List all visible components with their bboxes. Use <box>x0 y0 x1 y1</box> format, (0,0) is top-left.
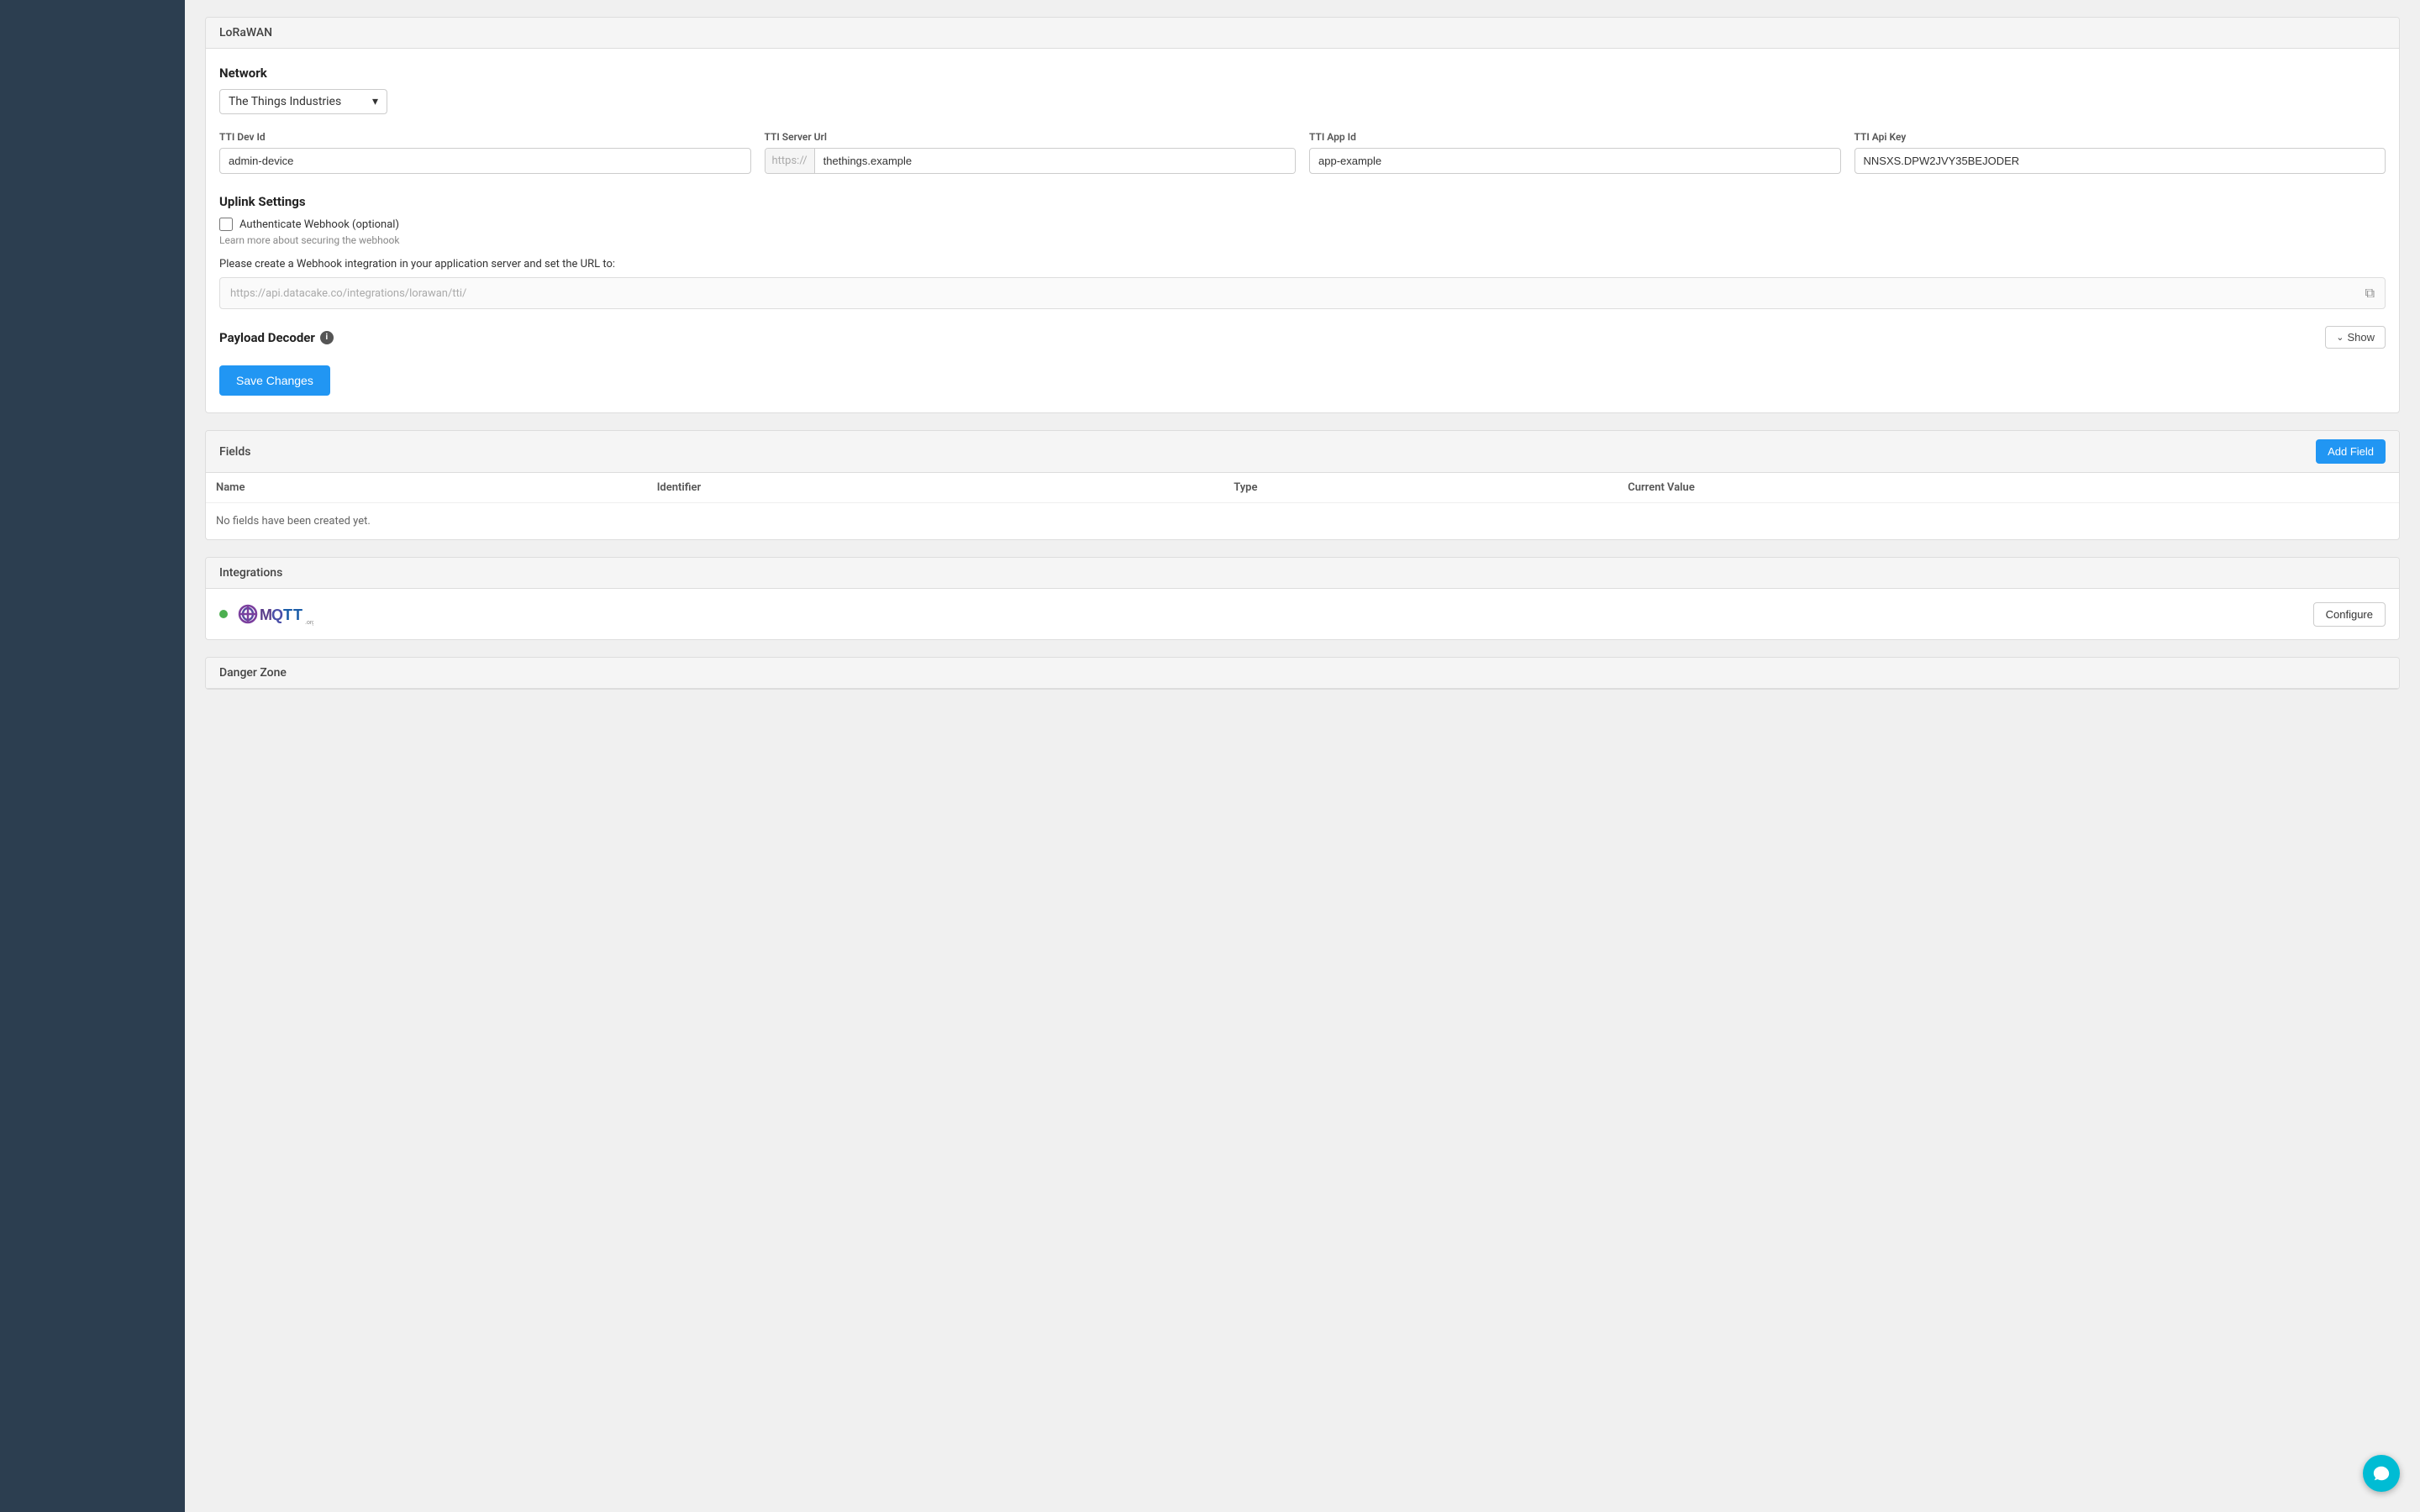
danger-zone-title: Danger Zone <box>219 666 287 680</box>
chat-icon <box>2372 1464 2391 1483</box>
webhook-checkbox-label: Authenticate Webhook (optional) <box>239 218 399 231</box>
tti-dev-id-field: TTI Dev Id <box>219 131 751 174</box>
network-dropdown[interactable]: The Things Industries ▾ <box>219 89 387 114</box>
webhook-checkbox-row: Authenticate Webhook (optional) <box>219 218 2386 231</box>
danger-zone-header: Danger Zone <box>206 658 2399 689</box>
authenticate-webhook-checkbox[interactable] <box>219 218 233 231</box>
svg-text:T: T <box>293 606 302 623</box>
server-url-wrap: https:// <box>765 148 1297 174</box>
svg-text:Q: Q <box>271 606 283 623</box>
lorawan-card-header: LoRaWAN <box>206 18 2399 49</box>
mqtt-integration-row: M Q T T .org Configure <box>206 589 2399 639</box>
integrations-card-header: Integrations <box>206 558 2399 589</box>
col-current-value: Current Value <box>1618 473 2399 503</box>
lorawan-title: LoRaWAN <box>219 26 272 39</box>
save-changes-button[interactable]: Save Changes <box>219 365 330 396</box>
fields-table-wrap: Name Identifier Type Current Value No fi… <box>206 473 2399 539</box>
mqtt-status-dot <box>219 610 228 618</box>
info-icon[interactable]: i <box>320 331 334 344</box>
tti-app-id-field: TTI App Id <box>1309 131 1841 174</box>
danger-zone-card: Danger Zone <box>205 657 2400 690</box>
mqtt-svg: M Q T T .org <box>238 601 313 627</box>
tti-server-url-input[interactable] <box>815 149 1295 173</box>
show-payload-button[interactable]: ⌄ Show <box>2325 326 2386 349</box>
network-label: Network <box>219 66 2386 81</box>
chevron-down-icon: ▾ <box>372 95 378 108</box>
col-identifier: Identifier <box>647 473 1224 503</box>
payload-decoder-label: Payload Decoder i <box>219 330 334 345</box>
tti-app-id-input[interactable] <box>1309 148 1841 174</box>
webhook-url-row: https://api.datacake.co/integrations/lor… <box>219 277 2386 309</box>
payload-decoder-row: Payload Decoder i ⌄ Show <box>219 326 2386 349</box>
copy-icon[interactable]: ⧉ <box>2365 285 2375 302</box>
chat-bubble-button[interactable] <box>2363 1455 2400 1492</box>
fields-card-header: Fields Add Field <box>206 431 2399 473</box>
server-url-prefix: https:// <box>765 149 815 173</box>
lorawan-card-body: Network The Things Industries ▾ TTI Dev … <box>206 49 2399 412</box>
tti-api-key-label: TTI Api Key <box>1854 131 2386 143</box>
tti-dev-id-input[interactable] <box>219 148 751 174</box>
tti-fields-row: TTI Dev Id TTI Server Url https:// TTI A… <box>219 131 2386 174</box>
configure-button[interactable]: Configure <box>2313 602 2386 627</box>
webhook-url-text: https://api.datacake.co/integrations/lor… <box>230 287 2359 300</box>
fields-table: Name Identifier Type Current Value No fi… <box>206 473 2399 539</box>
tti-server-url-label: TTI Server Url <box>765 131 1297 143</box>
uplink-settings-section: Uplink Settings Authenticate Webhook (op… <box>219 194 2386 309</box>
main-content: LoRaWAN Network The Things Industries ▾ … <box>185 0 2420 1512</box>
svg-text:.org: .org <box>305 620 313 626</box>
tti-dev-id-label: TTI Dev Id <box>219 131 751 143</box>
fields-card: Fields Add Field Name Identifier Type Cu… <box>205 430 2400 540</box>
table-row: No fields have been created yet. <box>206 503 2399 540</box>
integrations-title: Integrations <box>219 566 282 580</box>
svg-text:M: M <box>260 606 272 623</box>
tti-api-key-input[interactable] <box>1854 148 2386 174</box>
col-name: Name <box>206 473 647 503</box>
tti-server-url-field: TTI Server Url https:// <box>765 131 1297 174</box>
webhook-help-link[interactable]: Learn more about securing the webhook <box>219 234 2386 246</box>
network-selected-value: The Things Industries <box>229 95 341 108</box>
show-label: Show <box>2347 331 2375 344</box>
mqtt-logo: M Q T T .org <box>238 601 317 627</box>
tti-api-key-field: TTI Api Key <box>1854 131 2386 174</box>
lorawan-card: LoRaWAN Network The Things Industries ▾ … <box>205 17 2400 413</box>
sidebar <box>0 0 185 1512</box>
webhook-notice: Please create a Webhook integration in y… <box>219 258 2386 270</box>
fields-title: Fields <box>219 445 250 459</box>
empty-message: No fields have been created yet. <box>206 503 2399 540</box>
uplink-settings-label: Uplink Settings <box>219 194 2386 209</box>
col-type: Type <box>1223 473 1618 503</box>
add-field-button[interactable]: Add Field <box>2316 439 2386 464</box>
chevron-show-icon: ⌄ <box>2336 332 2344 343</box>
svg-text:T: T <box>283 606 292 623</box>
tti-app-id-label: TTI App Id <box>1309 131 1841 143</box>
integrations-card: Integrations M <box>205 557 2400 640</box>
